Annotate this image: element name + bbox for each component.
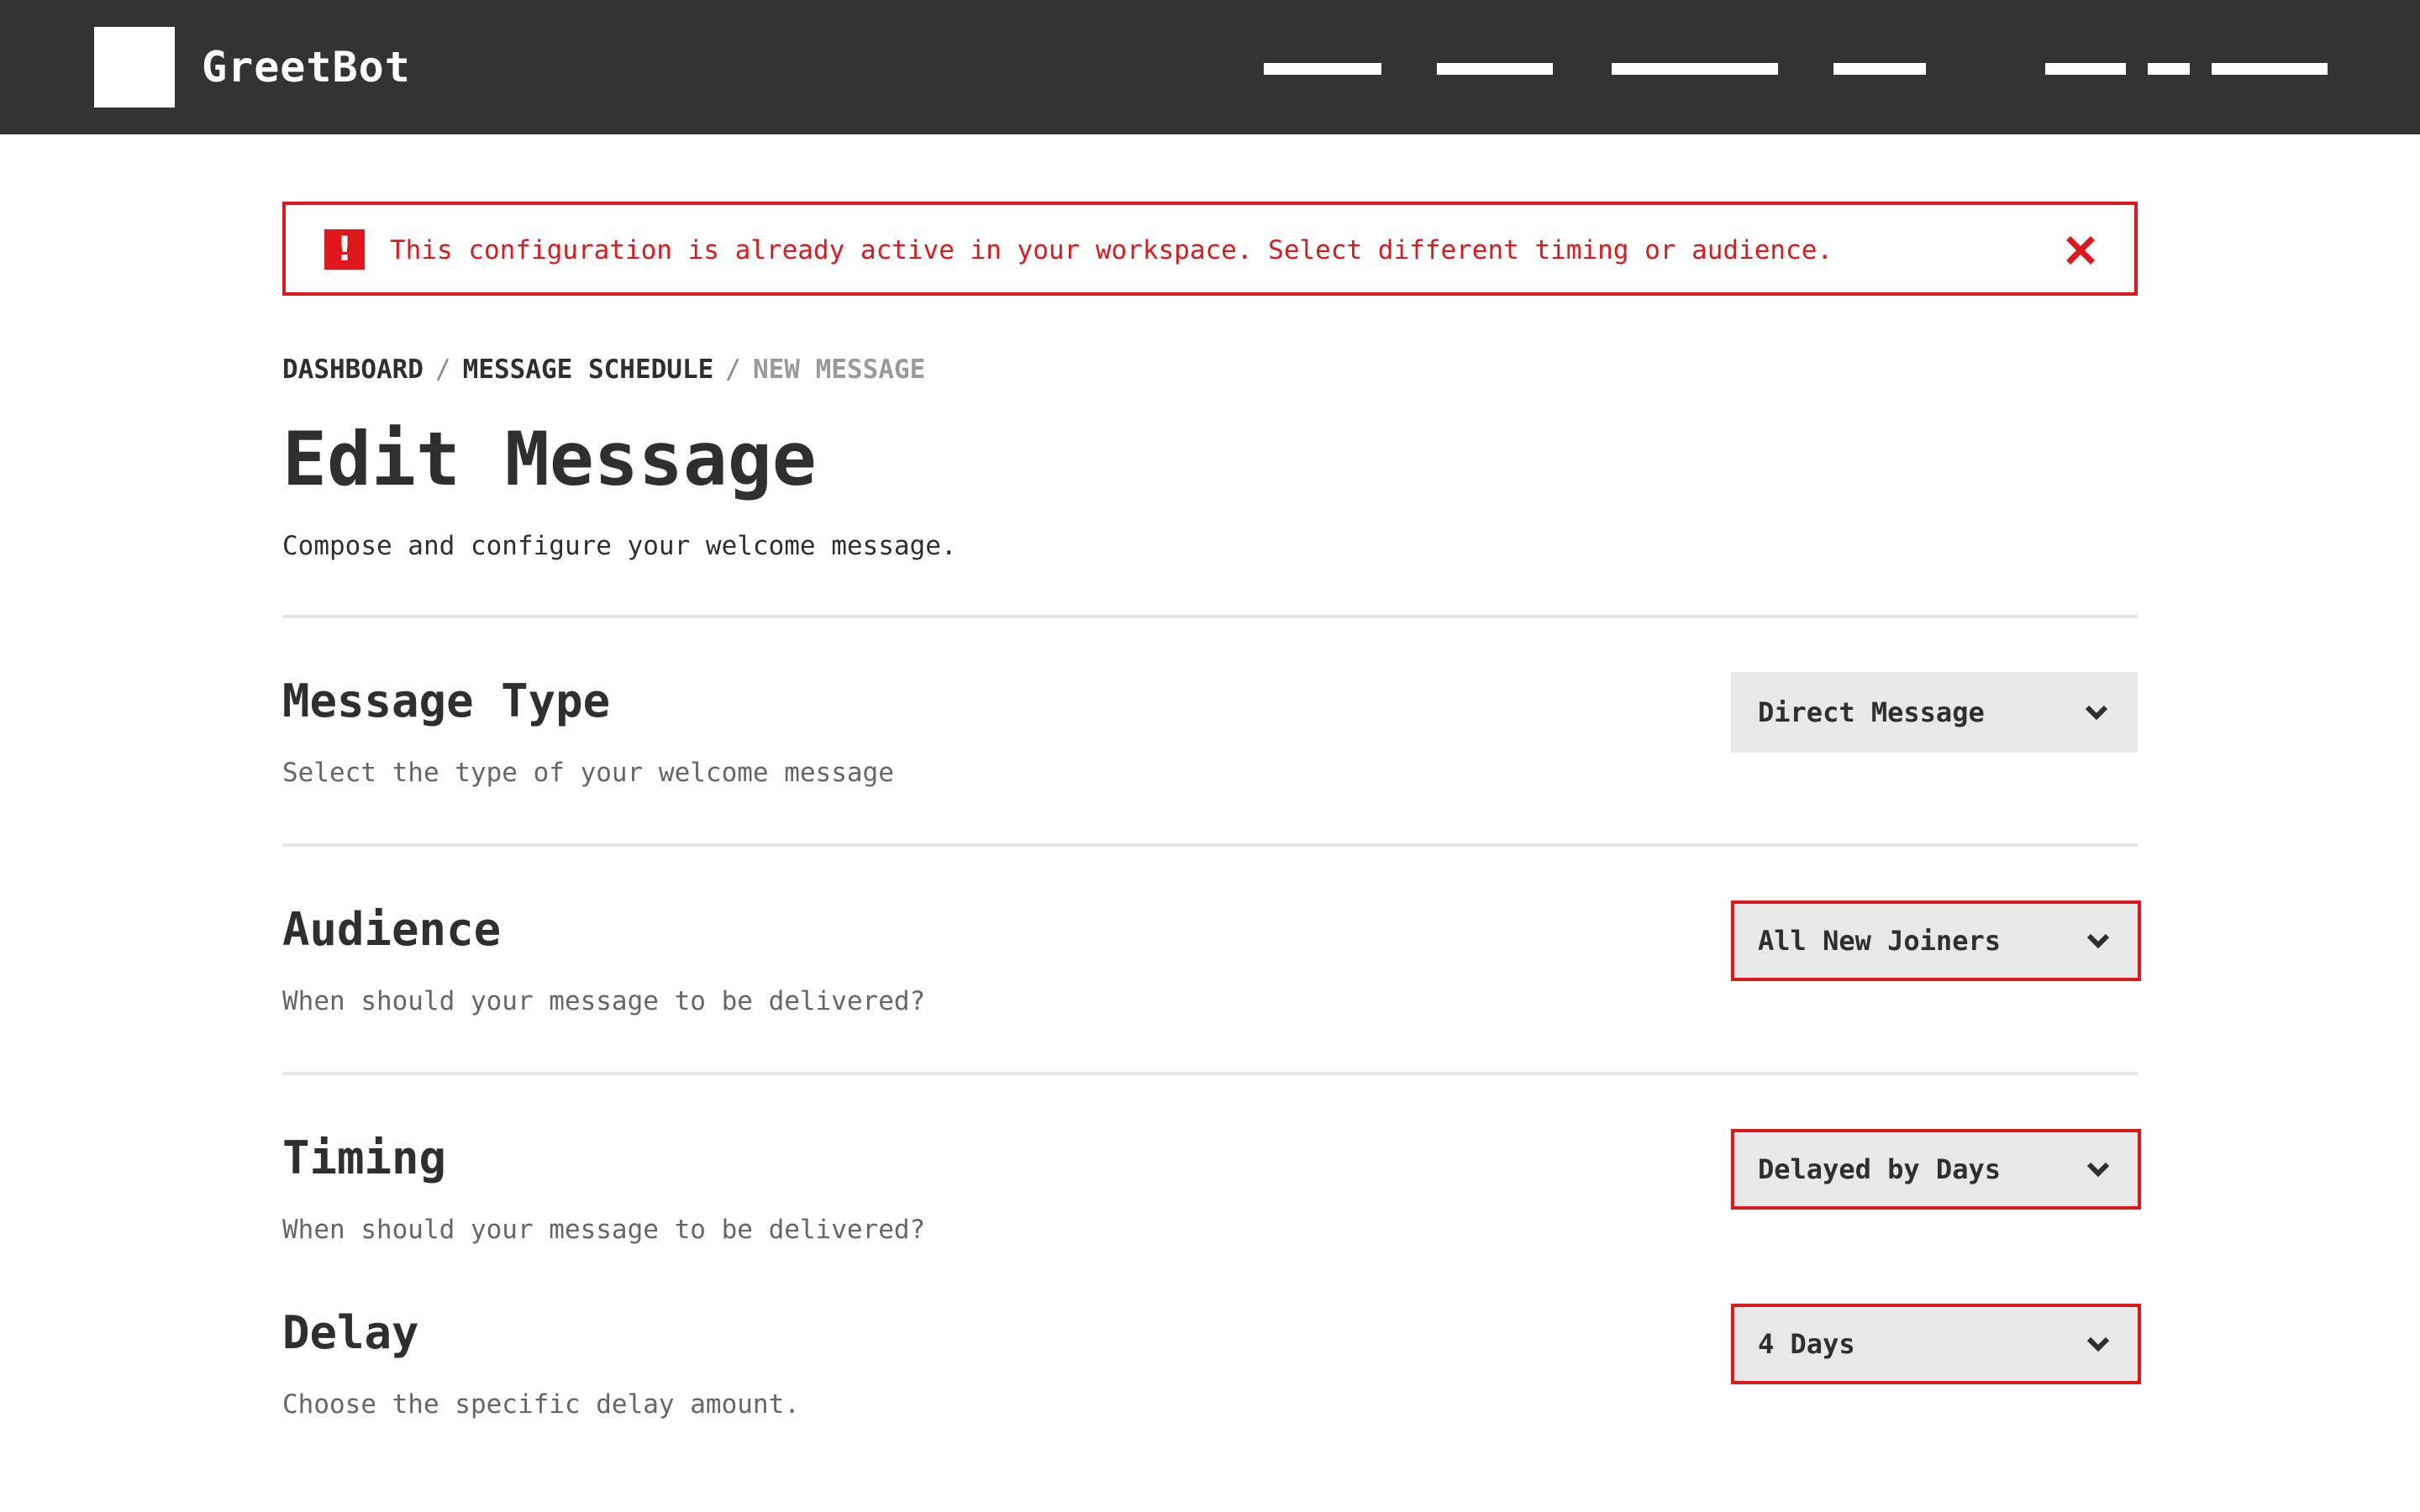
chevron-down-icon	[2085, 705, 2108, 721]
exclamation-icon: !	[324, 229, 365, 270]
message-type-title: Message Type	[282, 675, 611, 727]
timing-select[interactable]: Delayed by Days	[1731, 1129, 2141, 1210]
divider	[282, 1072, 2138, 1075]
breadcrumb-message-schedule[interactable]: MESSAGE SCHEDULE	[463, 354, 714, 385]
delay-description: Choose the specific delay amount.	[282, 1389, 800, 1420]
delay-value: 4 Days	[1758, 1328, 1855, 1360]
timing-description: When should your message to be delivered…	[282, 1215, 926, 1245]
nav-link-2[interactable]	[1437, 63, 1553, 75]
close-icon[interactable]	[2060, 230, 2101, 270]
audience-select[interactable]: All New Joiners	[1731, 900, 2141, 981]
nav-link-3[interactable]	[1612, 63, 1778, 75]
divider	[282, 615, 2138, 618]
top-nav-bar: GreetBot	[0, 0, 2420, 134]
breadcrumb-separator: /	[434, 354, 451, 385]
message-type-select[interactable]: Direct Message	[1731, 672, 2138, 753]
delay-select[interactable]: 4 Days	[1731, 1304, 2141, 1384]
delay-title: Delay	[282, 1306, 419, 1359]
breadcrumb-separator: /	[725, 354, 741, 385]
timing-title: Timing	[282, 1131, 447, 1184]
audience-title: Audience	[282, 903, 502, 956]
page-subtitle: Compose and configure your welcome messa…	[282, 531, 957, 561]
logo[interactable]	[94, 27, 175, 108]
chevron-down-icon	[2086, 933, 2110, 949]
brand-name[interactable]: GreetBot	[202, 40, 411, 94]
divider	[282, 843, 2138, 847]
breadcrumb-current: NEW MESSAGE	[752, 354, 926, 385]
breadcrumb: DASHBOARD / MESSAGE SCHEDULE / NEW MESSAGE	[282, 353, 925, 386]
nav-link-4[interactable]	[1833, 63, 1926, 75]
timing-value: Delayed by Days	[1758, 1153, 2001, 1185]
account-link-3[interactable]	[2212, 63, 2328, 75]
error-alert: ! This configuration is already active i…	[282, 202, 2138, 296]
message-type-description: Select the type of your welcome message	[282, 758, 894, 788]
breadcrumb-dashboard[interactable]: DASHBOARD	[282, 354, 424, 385]
chevron-down-icon	[2086, 1336, 2110, 1352]
alert-message: This configuration is already active in …	[390, 235, 1833, 265]
audience-description: When should your message to be delivered…	[282, 986, 926, 1016]
chevron-down-icon	[2086, 1162, 2110, 1178]
page-title: Edit Message	[282, 416, 817, 502]
audience-value: All New Joiners	[1758, 925, 2001, 957]
account-link-2[interactable]	[2148, 63, 2190, 75]
message-type-value: Direct Message	[1758, 696, 1985, 728]
nav-link-1[interactable]	[1264, 63, 1381, 75]
account-link-1[interactable]	[2045, 63, 2126, 75]
